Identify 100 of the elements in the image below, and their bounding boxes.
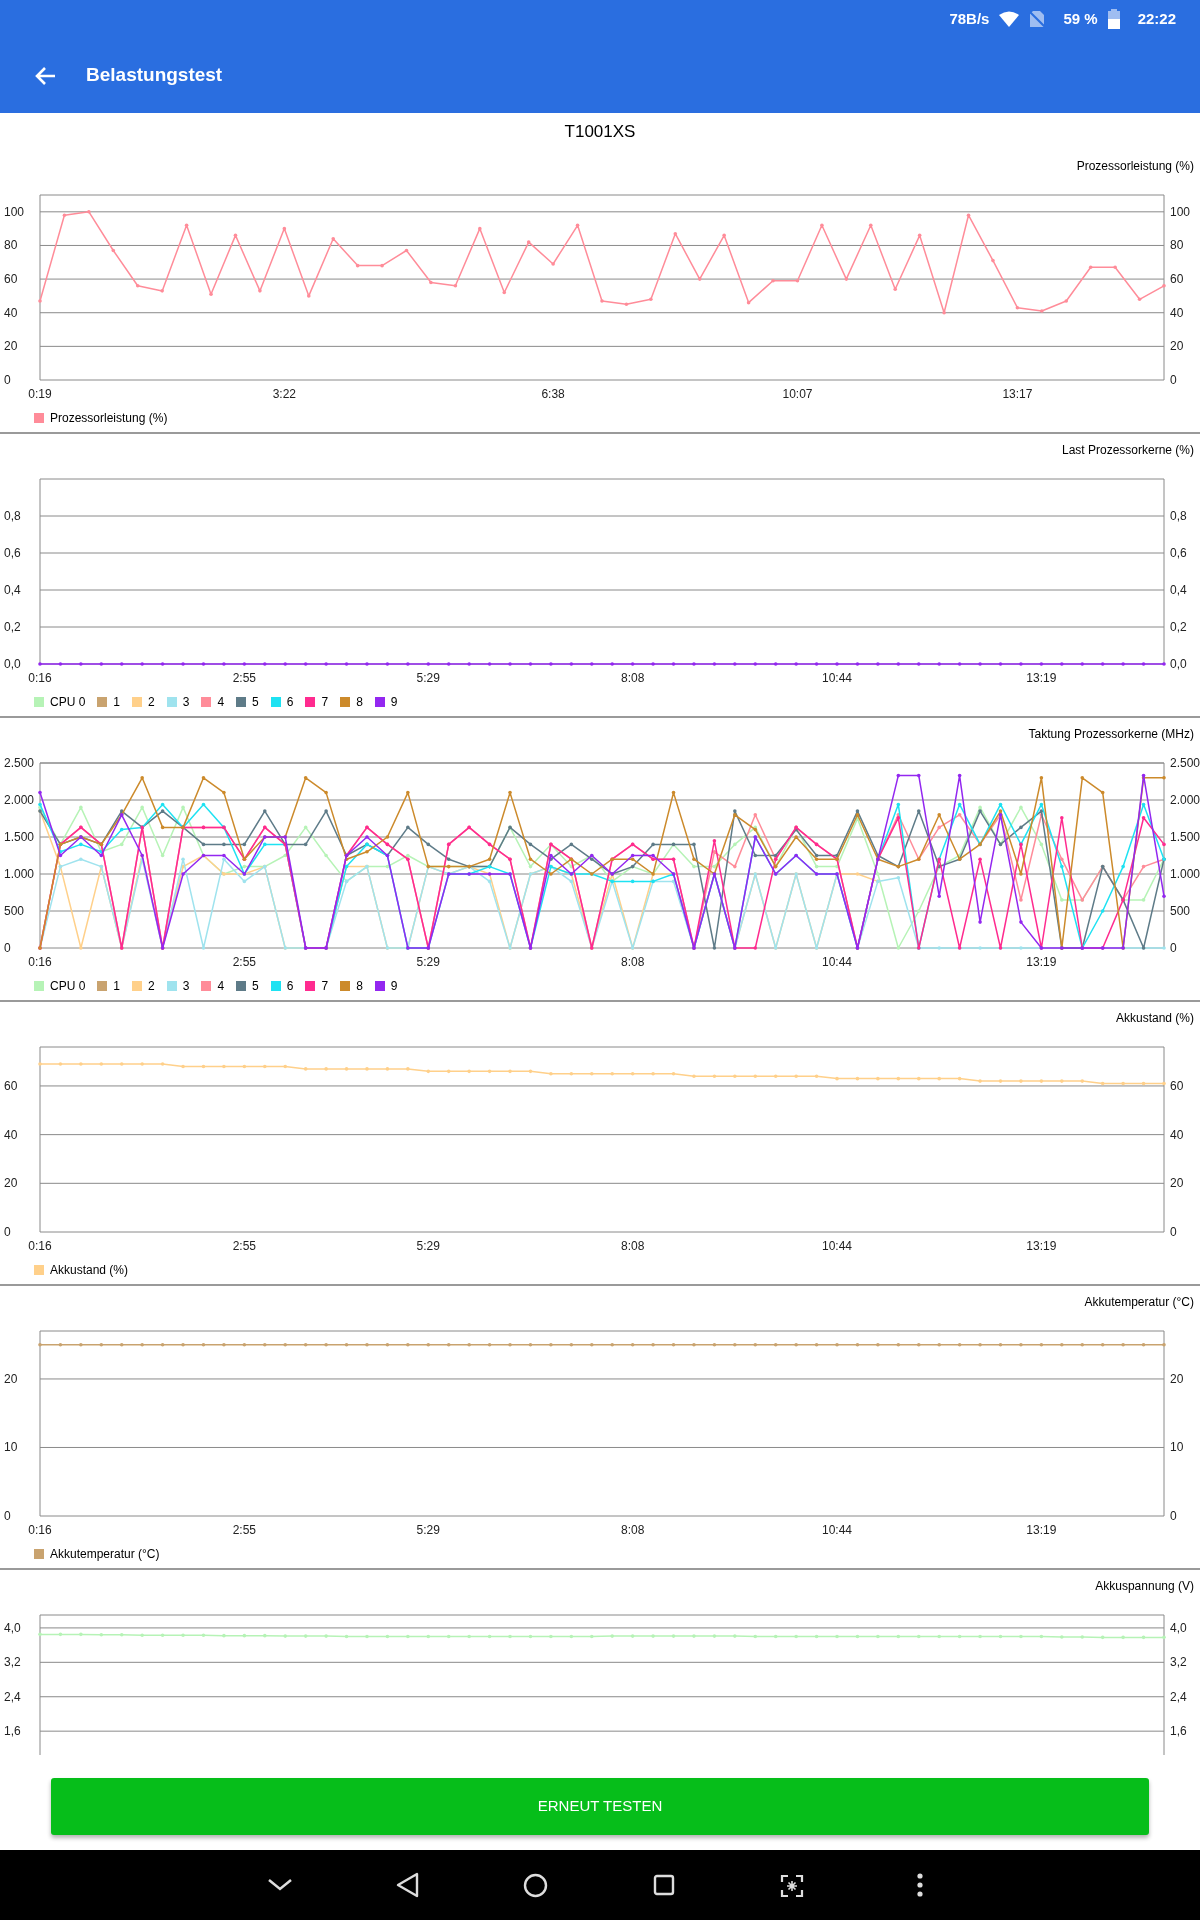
- chart-title: Akkustand (%): [1115, 1011, 1194, 1027]
- axis-label: 0,6: [4, 546, 21, 560]
- axis-label: 20: [4, 339, 18, 354]
- axis-label: 80: [1170, 238, 1184, 253]
- legend-label: 7: [321, 978, 329, 995]
- axis-label: 6:38: [541, 387, 565, 400]
- axis-label: 13:19: [1026, 671, 1057, 684]
- axis-label: 10:44: [822, 1239, 853, 1252]
- axis-label: 13:19: [1026, 1239, 1057, 1252]
- axis-label: 60: [1170, 1078, 1184, 1093]
- axis-label: 0,4: [4, 583, 21, 597]
- axis-label: 0: [1170, 1509, 1177, 1523]
- screen-title: Belastungstest: [86, 63, 223, 88]
- axis-label: 10:44: [822, 671, 853, 684]
- axis-label: 60: [4, 272, 18, 287]
- axis-label: 0,2: [4, 620, 21, 634]
- axis-label: 1,6: [4, 1724, 21, 1739]
- axis-label: 8:08: [620, 1523, 645, 1536]
- axis-label: 10:07: [782, 387, 813, 400]
- axis-label: 0,6: [1170, 546, 1187, 560]
- axis-label: 0:16: [28, 1523, 52, 1536]
- axis-label: 1.000: [4, 867, 35, 881]
- axis-label: 80: [4, 238, 18, 253]
- axis-label: 20: [1170, 1371, 1184, 1386]
- axis-label: 10: [1170, 1440, 1184, 1455]
- chart-title: Akkutemperatur (°C): [1084, 1295, 1194, 1311]
- axis-label: 1.500: [4, 830, 35, 844]
- axis-label: 0: [4, 1509, 11, 1523]
- legend-label: CPU 0: [50, 694, 86, 711]
- axis-label: 2:55: [232, 1239, 257, 1252]
- axis-label: 0:16: [28, 1239, 52, 1252]
- clock: 22:22: [1137, 8, 1176, 29]
- axis-label: 10: [4, 1440, 18, 1455]
- axis-label: 1.000: [1170, 867, 1200, 881]
- axis-label: 0: [1170, 941, 1177, 955]
- legend-label: 8: [356, 694, 363, 711]
- legend-label: Prozessorleistung (%): [50, 410, 168, 427]
- axis-label: 1.500: [1170, 830, 1200, 844]
- axis-label: 2,4: [1170, 1689, 1187, 1704]
- axis-label: 5:29: [416, 671, 440, 684]
- legend-label: 6: [286, 694, 294, 711]
- axis-label: 3,2: [1170, 1655, 1187, 1670]
- legend-label: 7: [321, 694, 329, 711]
- axis-label: 60: [4, 1078, 18, 1093]
- axis-label: 5:29: [416, 955, 440, 968]
- legend-label: 6: [286, 978, 294, 995]
- axis-label: 4,0: [4, 1620, 21, 1635]
- axis-label: 100: [1170, 204, 1191, 219]
- axis-label: 10:44: [822, 955, 853, 968]
- chart-title: Prozessorleistung (%): [1076, 159, 1194, 175]
- axis-label: 20: [1170, 1176, 1184, 1191]
- axis-label: 13:17: [1002, 387, 1033, 400]
- axis-label: 0:16: [28, 955, 52, 968]
- axis-label: 0,8: [1170, 509, 1187, 523]
- axis-label: 20: [1170, 339, 1184, 354]
- axis-label: 2.500: [4, 756, 35, 770]
- legend-label: Akkutemperatur (°C): [50, 1546, 160, 1563]
- axis-label: 13:19: [1026, 955, 1057, 968]
- legend-label: 9: [390, 694, 398, 711]
- axis-label: 2:55: [232, 671, 257, 684]
- legend-label: 1: [113, 694, 121, 711]
- axis-label: 2.000: [1170, 793, 1200, 807]
- axis-label: 13:19: [1026, 1523, 1057, 1536]
- chart-title: Akkuspannung (V): [1095, 1579, 1194, 1595]
- axis-label: 0,0: [1170, 657, 1187, 671]
- axis-label: 0:16: [28, 671, 52, 684]
- axis-label: 20: [4, 1176, 18, 1191]
- axis-label: 60: [1170, 272, 1184, 287]
- legend-label: 2: [148, 978, 155, 995]
- axis-label: 20: [4, 1371, 18, 1386]
- axis-label: 500: [1170, 904, 1191, 918]
- chart-title: Last Prozessorkerne (%): [1061, 443, 1194, 459]
- axis-label: 0,8: [4, 509, 21, 523]
- axis-label: 0: [1170, 1225, 1177, 1239]
- axis-label: 1,6: [1170, 1724, 1187, 1739]
- battery-percent: 59 %: [1063, 8, 1098, 29]
- axis-label: 40: [4, 305, 18, 320]
- axis-label: 8:08: [620, 671, 645, 684]
- legend-label: 3: [182, 978, 190, 995]
- axis-label: 2.500: [1170, 756, 1200, 770]
- axis-label: 0: [4, 373, 11, 387]
- legend-label: 5: [252, 978, 259, 995]
- network-speed: 78B/s: [949, 8, 990, 29]
- axis-label: 0,0: [4, 657, 21, 671]
- axis-label: 500: [4, 904, 25, 918]
- axis-label: 100: [4, 204, 25, 219]
- axis-label: 2:55: [232, 1523, 257, 1536]
- legend-label: Akkustand (%): [50, 1262, 129, 1279]
- axis-label: 0,4: [1170, 583, 1187, 597]
- chart-title: Taktung Prozessorkerne (MHz): [1028, 727, 1194, 743]
- axis-label: 40: [4, 1127, 18, 1142]
- axis-label: 40: [1170, 1127, 1184, 1142]
- axis-label: 8:08: [620, 955, 645, 968]
- axis-label: 3:22: [272, 387, 297, 400]
- legend-label: 4: [217, 978, 225, 995]
- axis-label: 10:44: [822, 1523, 853, 1536]
- axis-label: 0: [4, 1225, 11, 1239]
- legend-label: 5: [252, 694, 259, 711]
- axis-label: 0: [4, 941, 11, 955]
- axis-label: 0: [1170, 373, 1177, 387]
